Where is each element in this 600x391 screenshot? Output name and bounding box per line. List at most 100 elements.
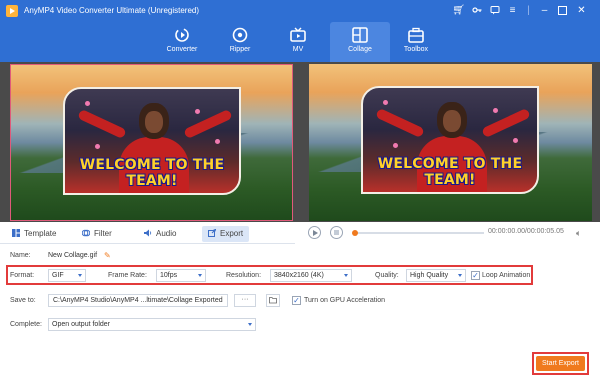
mv-tv-icon (290, 27, 306, 42)
close-icon[interactable]: ✕ (574, 3, 589, 18)
play-button[interactable] (308, 226, 321, 239)
export-icon (208, 229, 216, 237)
seek-handle[interactable] (352, 230, 358, 236)
preview-area: WELCOME TO THE TEAM! WELCOME TO THE TEAM… (0, 62, 600, 222)
complete-action-select[interactable]: Open output folder (48, 318, 256, 331)
tab-collage-label: Collage (348, 46, 372, 53)
quality-select[interactable]: High Quality (406, 269, 466, 282)
save-to-label: Save to: (10, 297, 36, 304)
open-folder-button[interactable] (266, 294, 280, 307)
tab-toolbox-label: Toolbox (403, 46, 429, 53)
collage-grid-icon (352, 27, 368, 43)
app-title: AnyMP4 Video Converter Ultimate (Unregis… (24, 6, 200, 15)
name-value: New Collage.gif (48, 252, 98, 259)
name-label: Name: (10, 252, 31, 259)
volume-icon[interactable]: 🔈︎ (576, 228, 586, 238)
maximize-icon[interactable] (555, 3, 570, 18)
ripper-disc-icon (232, 27, 248, 43)
gif-petal (195, 109, 200, 114)
gif-petal (215, 139, 220, 144)
quality-label: Quality: (375, 272, 399, 279)
tab-filter-label: Filter (94, 229, 112, 238)
loop-animation-label: Loop Animation (482, 272, 531, 279)
collage-gif-frame: WELCOME TO THE TEAM! (361, 86, 539, 194)
seek-bar[interactable] (352, 230, 484, 236)
toolbox-icon (408, 27, 424, 43)
format-value: GIF (52, 272, 64, 279)
gif-person-face (443, 110, 461, 132)
audio-icon (144, 229, 152, 237)
collage-gif-frame[interactable]: WELCOME TO THE TEAM! (63, 87, 241, 195)
minimize-icon[interactable]: – (537, 3, 552, 18)
feedback-icon[interactable] (487, 3, 502, 18)
tab-toolbox[interactable]: Toolbox (386, 22, 446, 62)
player-controls: 00:00:00.00/00:00:05.05 🔈︎ (300, 222, 600, 244)
chevron-down-icon (458, 274, 462, 277)
complete-label: Complete: (10, 321, 42, 328)
tab-converter[interactable]: Converter (152, 22, 212, 62)
collage-edit-preview[interactable]: WELCOME TO THE TEAM! (10, 64, 293, 221)
frame-rate-value: 10fps (160, 272, 178, 279)
gpu-acceleration-checkbox[interactable]: ✓ (292, 296, 301, 305)
gif-petal (513, 138, 518, 143)
chevron-down-icon (198, 274, 202, 277)
complete-action-value: Open output folder (52, 321, 110, 328)
timecode: 00:00:00.00/00:00:05.05 (488, 228, 564, 235)
frame-rate-label: Frame Rate: (108, 272, 147, 279)
tab-export[interactable]: Export (202, 226, 250, 242)
tab-ripper-label: Ripper (229, 46, 251, 53)
resolution-value: 3840x2160 (4K) (274, 272, 324, 279)
edit-name-icon[interactable]: ✎ (104, 251, 113, 260)
frame-rate-select[interactable]: 10fps (156, 269, 206, 282)
resolution-select[interactable]: 3840x2160 (4K) (270, 269, 352, 282)
tab-export-label: Export (220, 229, 244, 238)
export-settings-panel: Name: New Collage.gif ✎ Format: GIF Fram… (0, 244, 600, 391)
tab-ripper[interactable]: Ripper (210, 22, 270, 62)
gif-overlay-text: WELCOME TO THE TEAM! (79, 157, 225, 189)
format-label: Format: (10, 272, 35, 279)
chevron-down-icon (344, 274, 348, 277)
chevron-down-icon (248, 323, 252, 326)
save-path-field[interactable]: C:\AnyMP4 Studio\AnyMP4 ...ltimate\Colla… (48, 294, 228, 307)
gif-person-face (145, 111, 163, 133)
menu-icon[interactable]: ≡ (505, 3, 520, 18)
app-logo-icon (6, 5, 18, 17)
gif-petal (493, 108, 498, 113)
gif-arm-left (77, 108, 127, 140)
tab-audio[interactable]: Audio (144, 226, 176, 242)
gpu-acceleration-label: Turn on GPU Acceleration (304, 297, 386, 304)
gif-petal (85, 101, 90, 106)
key-icon[interactable] (469, 3, 484, 18)
tab-mv[interactable]: MV (268, 22, 328, 62)
save-path-value: C:\AnyMP4 Studio\AnyMP4 ...ltimate\Colla… (53, 297, 223, 304)
collage-output-preview: WELCOME TO THE TEAM! (309, 64, 592, 221)
chevron-down-icon (78, 274, 82, 277)
resolution-label: Resolution: (226, 272, 262, 279)
folder-icon (269, 297, 277, 304)
gif-petal (95, 144, 100, 149)
stop-button[interactable] (330, 226, 343, 239)
gif-overlay-text: WELCOME TO THE TEAM! (377, 156, 523, 188)
start-export-button[interactable]: Start Export (536, 356, 585, 371)
tab-converter-label: Converter (166, 46, 198, 53)
filter-icon (82, 229, 90, 237)
browse-button[interactable]: ··· (234, 294, 256, 307)
top-bar: AnyMP4 Video Converter Ultimate (Unregis… (0, 0, 600, 62)
gif-arm-right (183, 108, 233, 140)
gif-arm-right (481, 107, 531, 139)
edit-tabs: Template Filter Audio Export (0, 222, 295, 244)
tab-template[interactable]: Template (12, 226, 56, 242)
tab-mv-label: MV (292, 46, 304, 53)
tab-collage[interactable]: Collage (330, 22, 390, 62)
tab-audio-label: Audio (156, 229, 177, 238)
loop-animation-checkbox[interactable]: ✓ (471, 271, 480, 280)
separator-icon: | (527, 5, 530, 16)
tab-filter[interactable]: Filter (82, 226, 112, 242)
gif-petal (383, 100, 388, 105)
title-bar: AnyMP4 Video Converter Ultimate (Unregis… (0, 0, 600, 22)
template-icon (12, 229, 20, 237)
cart-icon[interactable]: 🛒︎ (451, 3, 466, 18)
format-select[interactable]: GIF (48, 269, 86, 282)
gif-arm-left (375, 107, 425, 139)
quality-value: High Quality (410, 272, 449, 279)
